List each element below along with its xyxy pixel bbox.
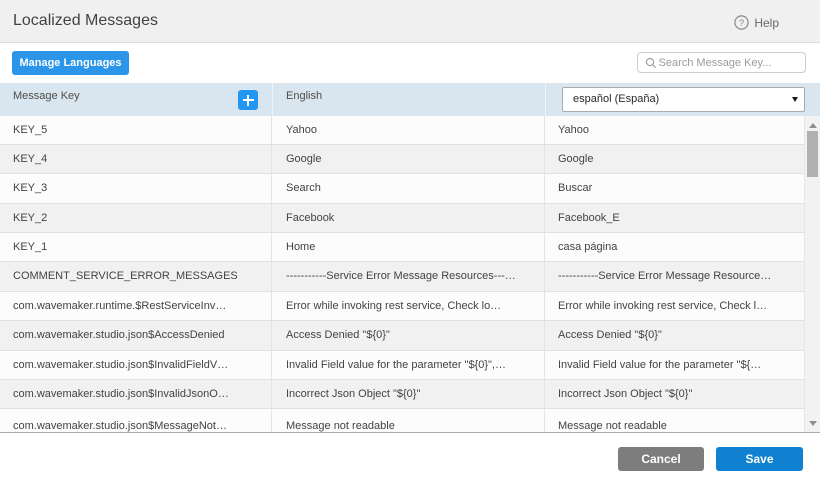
svg-text:?: ? (739, 18, 744, 29)
